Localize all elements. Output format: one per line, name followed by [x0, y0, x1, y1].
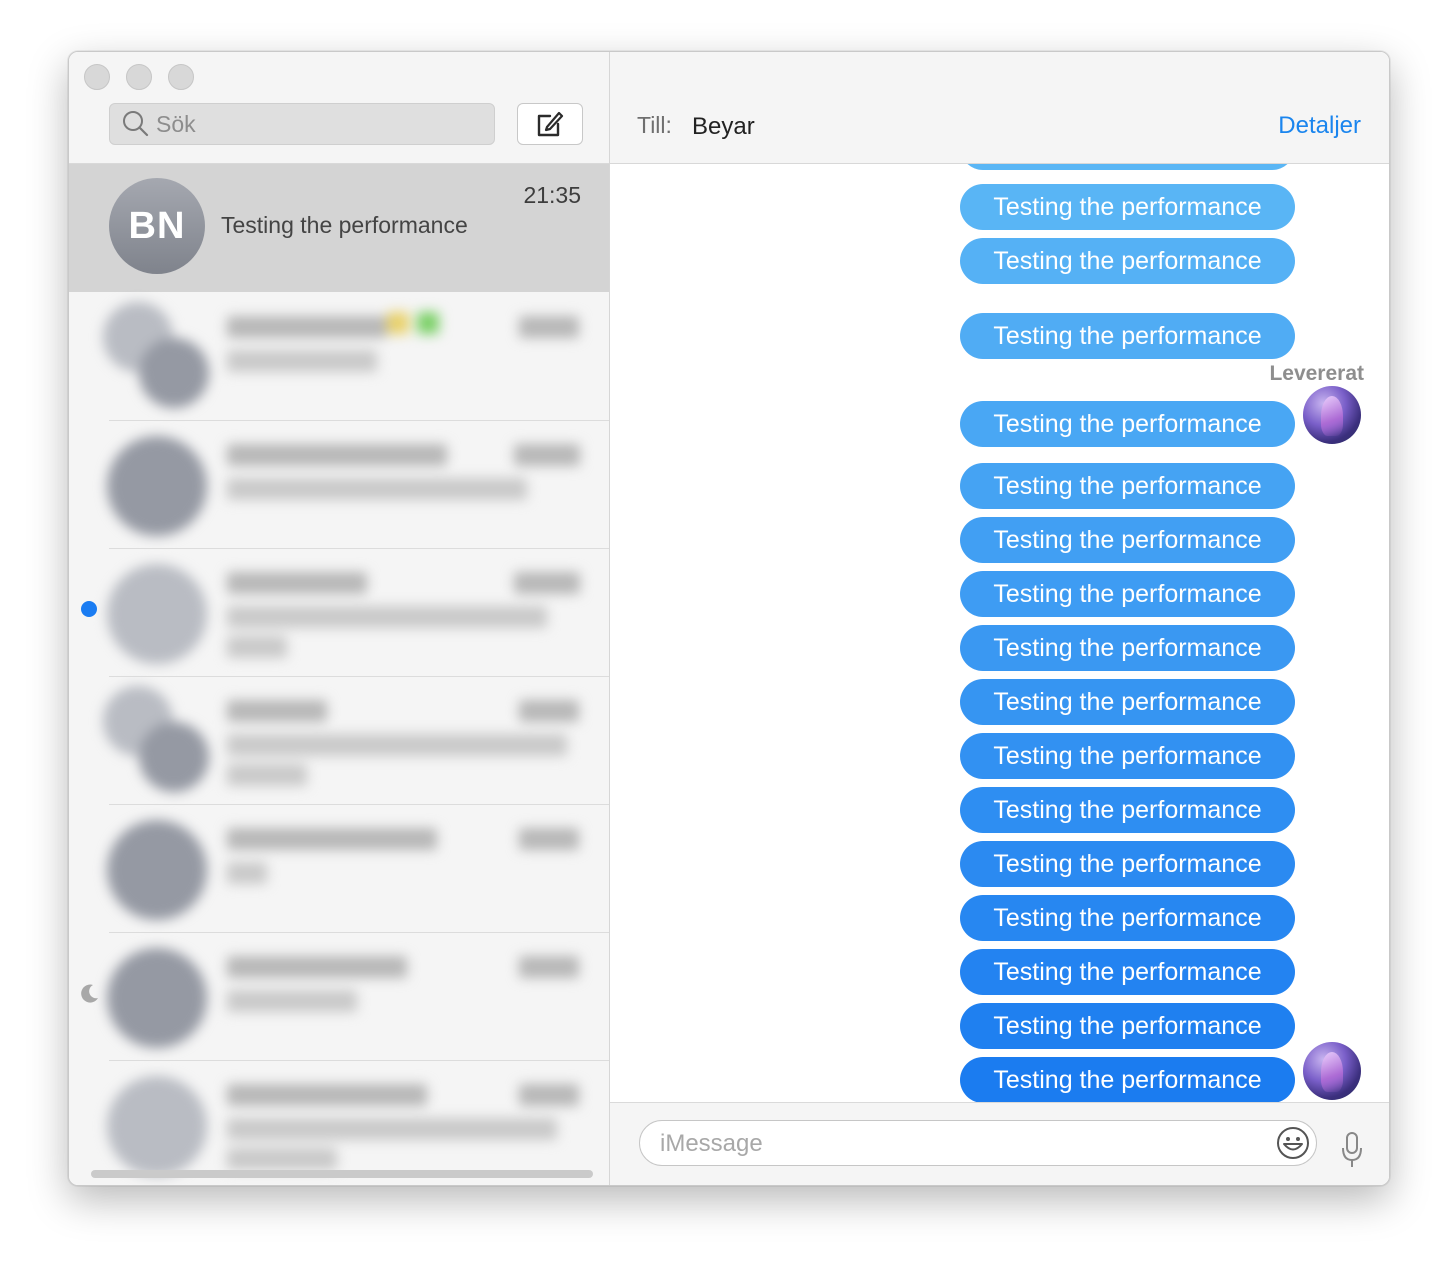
conversation-header: Till: Beyar Detaljer [610, 52, 1389, 164]
message-bubble[interactable]: Testing the performance [960, 517, 1295, 563]
moon-icon [81, 984, 98, 1003]
list-item[interactable] [69, 294, 609, 422]
message-bubble[interactable]: Testing the performance [960, 733, 1295, 779]
avatar [107, 436, 207, 536]
avatar [107, 948, 207, 1048]
message-bubble[interactable]: Testing the performance [960, 1057, 1295, 1102]
message-field[interactable] [639, 1120, 1317, 1166]
sidebar: BN 21:35 Testing the performance [69, 52, 610, 1185]
list-item[interactable] [69, 806, 609, 934]
search-input[interactable] [154, 110, 476, 138]
search-icon [123, 111, 149, 137]
window-controls [84, 64, 194, 90]
message-bubble[interactable]: Testing the performance [960, 401, 1295, 447]
avatar [107, 1076, 207, 1176]
messages-window: BN 21:35 Testing the performance [68, 51, 1390, 1186]
minimize-button[interactable] [126, 64, 152, 90]
conversation-preview: Testing the performance [221, 212, 468, 238]
contact-avatar [1303, 1042, 1361, 1100]
list-item[interactable] [69, 1062, 609, 1185]
conversation-item-active[interactable]: BN 21:35 Testing the performance [69, 164, 609, 292]
avatar [107, 564, 207, 664]
compose-button[interactable] [517, 103, 583, 145]
message-bubble[interactable]: Testing the performance [960, 679, 1295, 725]
avatar [139, 722, 209, 792]
recipient-name[interactable]: Beyar [692, 113, 755, 141]
close-button[interactable] [84, 64, 110, 90]
microphone-icon[interactable] [1340, 1130, 1364, 1170]
conversation-pane: Till: Beyar Detaljer Testing the perform… [610, 52, 1389, 1185]
divider [109, 420, 609, 421]
list-item[interactable] [69, 550, 609, 678]
message-composer [610, 1102, 1389, 1185]
avatar [107, 820, 207, 920]
message-bubble[interactable]: Testing the performance [960, 463, 1295, 509]
compose-icon [537, 111, 564, 137]
message-bubble[interactable]: Testing the performance [960, 895, 1295, 941]
divider [109, 804, 609, 805]
zoom-button[interactable] [168, 64, 194, 90]
message-bubble[interactable]: Testing the performance [960, 787, 1295, 833]
list-item[interactable] [69, 934, 609, 1062]
divider [109, 548, 609, 549]
message-bubble[interactable]: Testing the performance [960, 571, 1295, 617]
message-bubble[interactable]: Testing the performance [960, 238, 1295, 284]
message-bubble[interactable]: Testing the performance [960, 949, 1295, 995]
message-bubble[interactable]: Testing the performance [960, 313, 1295, 359]
avatar [139, 338, 209, 408]
contact-avatar [1303, 386, 1361, 444]
divider [109, 932, 609, 933]
emoji-icon[interactable] [1276, 1126, 1310, 1160]
list-item[interactable] [69, 678, 609, 806]
sidebar-scrollbar[interactable] [91, 1170, 593, 1178]
message-bubble[interactable]: Testing the performance [960, 841, 1295, 887]
details-button[interactable]: Detaljer [1278, 112, 1361, 140]
list-item[interactable] [69, 422, 609, 550]
divider [109, 1060, 609, 1061]
message-input[interactable] [658, 1129, 1262, 1159]
message-bubble[interactable]: Testing the performance [960, 1003, 1295, 1049]
message-bubble[interactable]: Testing the performance [960, 625, 1295, 671]
message-bubble[interactable] [960, 164, 1295, 170]
search-field[interactable] [109, 103, 495, 145]
divider [109, 676, 609, 677]
to-label: Till: [637, 112, 672, 138]
avatar: BN [109, 178, 205, 274]
unread-indicator [81, 601, 97, 617]
message-list: Testing the performance Testing the perfo… [610, 164, 1389, 1102]
avatar-initials: BN [128, 204, 186, 247]
conversation-list [69, 294, 609, 1185]
conversation-time: 21:35 [523, 182, 581, 208]
message-bubble[interactable]: Testing the performance [960, 184, 1295, 230]
delivered-status: Levererat [1269, 362, 1364, 385]
